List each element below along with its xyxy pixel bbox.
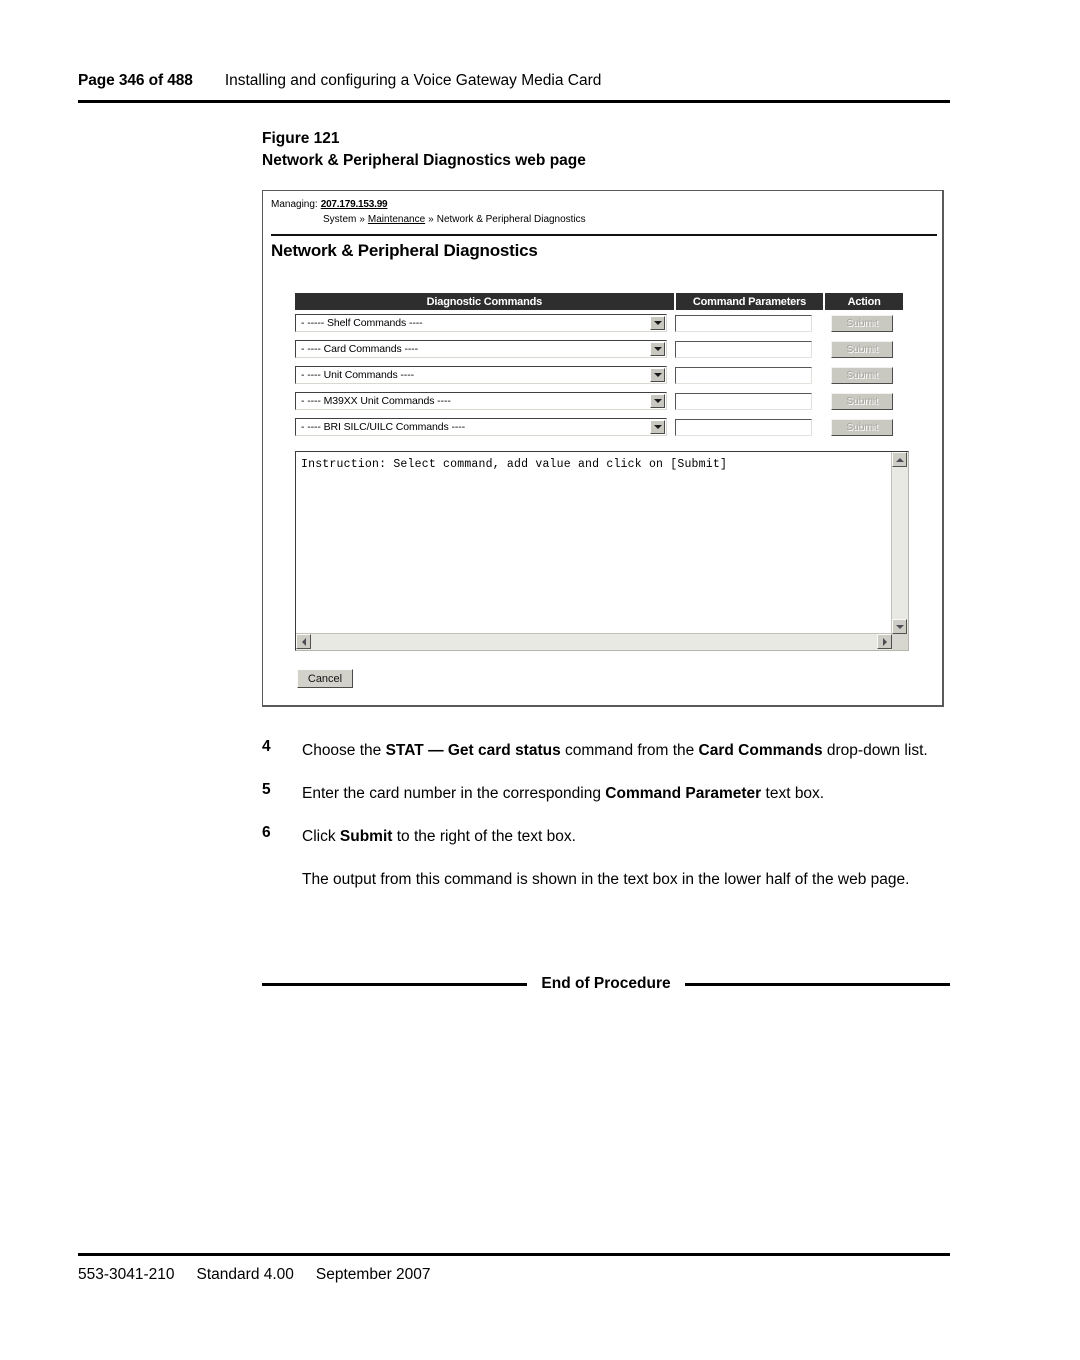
cell-action: Submit: [823, 418, 901, 436]
dropdown-selected-value: - ---- Unit Commands ----: [301, 369, 414, 381]
shelf-commands-dropdown[interactable]: - ----- Shelf Commands ----: [295, 314, 667, 332]
page-header: Page 346 of 488 Installing and configuri…: [78, 72, 950, 90]
step-text: Choose the STAT — Get card status comman…: [302, 742, 928, 759]
table-row: - ----- Shelf Commands ---- Submit: [295, 310, 903, 336]
chevron-down-icon[interactable]: [650, 394, 665, 408]
command-parameter-input[interactable]: [675, 340, 812, 358]
vertical-scrollbar[interactable]: [891, 452, 908, 634]
figure-screenshot: Managing: 207.179.153.99 System» Maintenan…: [262, 190, 944, 707]
table-row: - ---- Card Commands ---- Submit: [295, 336, 903, 362]
step-text: Click Submit to the right of the text bo…: [302, 828, 576, 845]
end-of-procedure-label: End of Procedure: [541, 975, 671, 992]
end-of-procedure: End of Procedure: [262, 975, 950, 993]
cell-action: Submit: [823, 366, 901, 384]
cell-command-parameter: [675, 392, 823, 410]
procedure-steps: 4 Choose the STAT — Get card status comm…: [262, 738, 952, 892]
column-header-action: Action: [847, 295, 881, 308]
step-text: Enter the card number in the correspondi…: [302, 785, 825, 802]
rule-right: [684, 982, 950, 986]
dropdown-selected-value: - ----- Shelf Commands ----: [301, 317, 423, 329]
scroll-right-icon[interactable]: [877, 634, 892, 649]
cell-action: Submit: [823, 314, 901, 332]
unit-commands-dropdown[interactable]: - ---- Unit Commands ----: [295, 366, 667, 384]
breadcrumb-separator-icon: »: [359, 214, 365, 225]
table-header-row: Diagnostic Commands Command Parameters A…: [295, 293, 903, 310]
cancel-button[interactable]: Cancel: [297, 669, 353, 688]
submit-button[interactable]: Submit: [831, 366, 893, 384]
figure-title: Network & Peripheral Diagnostics web pag…: [262, 152, 586, 169]
cell-command-parameter: [675, 314, 823, 332]
horizontal-scrollbar[interactable]: [296, 633, 892, 650]
breadcrumb: System» Maintenance» Network & Peripheral …: [323, 214, 586, 225]
cell-command-select: - ----- Shelf Commands ----: [295, 314, 675, 332]
page-title: Network & Peripheral Diagnostics: [271, 241, 538, 260]
command-parameter-input[interactable]: [675, 392, 812, 410]
scrollbar-corner: [892, 634, 908, 650]
submit-button[interactable]: Submit: [831, 340, 893, 358]
column-header-diagnostic-commands: Diagnostic Commands: [295, 293, 676, 310]
table-row: - ---- Unit Commands ---- Submit: [295, 362, 903, 388]
list-item: 6 Click Submit to the right of the text …: [262, 824, 952, 849]
cell-command-parameter: [675, 418, 823, 436]
chevron-down-icon[interactable]: [650, 316, 665, 330]
table-row: - ---- BRI SILC/UILC Commands ---- Submi…: [295, 414, 903, 440]
submit-button[interactable]: Submit: [831, 392, 893, 410]
command-parameter-input[interactable]: [675, 366, 812, 384]
step-number: 5: [262, 781, 271, 798]
breadcrumb-item-current: Network & Peripheral Diagnostics: [436, 214, 586, 225]
cell-command-select: - ---- Unit Commands ----: [295, 366, 675, 384]
step-note: The output from this command is shown in…: [302, 871, 910, 888]
running-head-title: Installing and configuring a Voice Gatew…: [224, 72, 602, 89]
cell-command-parameter: [675, 366, 823, 384]
managing-label: Managing:: [271, 199, 318, 210]
cell-command-select: - ---- Card Commands ----: [295, 340, 675, 358]
scroll-left-icon[interactable]: [296, 634, 311, 649]
step-number: 4: [262, 738, 271, 755]
breadcrumb-separator-icon: »: [428, 214, 434, 225]
command-output-textarea[interactable]: Instruction: Select command, add value a…: [295, 451, 909, 651]
column-header-command-parameters: Command Parameters: [676, 293, 826, 310]
chevron-down-icon[interactable]: [650, 420, 665, 434]
submit-button[interactable]: Submit: [831, 418, 893, 436]
managing-line: Managing: 207.179.153.99: [271, 199, 388, 210]
cell-action: Submit: [823, 340, 901, 358]
breadcrumb-item-system[interactable]: System: [323, 214, 356, 225]
submit-button[interactable]: Submit: [831, 314, 893, 332]
table-row: - ---- M39XX Unit Commands ---- Submit: [295, 388, 903, 414]
managing-ip-link[interactable]: 207.179.153.99: [321, 199, 388, 210]
cell-action: Submit: [823, 392, 901, 410]
command-output-text: Instruction: Select command, add value a…: [301, 458, 728, 471]
footer-doc-number: 553-3041-210: [78, 1266, 175, 1283]
dropdown-selected-value: - ---- M39XX Unit Commands ----: [301, 395, 451, 407]
list-item: 5 Enter the card number in the correspon…: [262, 781, 952, 806]
footer-divider: [78, 1253, 950, 1256]
rule-left: [262, 982, 528, 986]
chevron-down-icon[interactable]: [650, 368, 665, 382]
scroll-down-icon[interactable]: [892, 619, 907, 634]
cell-command-parameter: [675, 340, 823, 358]
command-parameter-input[interactable]: [675, 314, 812, 332]
card-commands-dropdown[interactable]: - ---- Card Commands ----: [295, 340, 667, 358]
dropdown-selected-value: - ---- BRI SILC/UILC Commands ----: [301, 421, 466, 433]
chevron-down-icon[interactable]: [650, 342, 665, 356]
m39xx-unit-commands-dropdown[interactable]: - ---- M39XX Unit Commands ----: [295, 392, 667, 410]
page-footer: 553-3041-210 Standard 4.00 September 200…: [78, 1266, 431, 1284]
step-number: 6: [262, 824, 271, 841]
page-number: Page 346 of 488: [78, 72, 193, 89]
scroll-up-icon[interactable]: [892, 452, 907, 467]
figure-number: Figure 121: [262, 130, 340, 147]
breadcrumb-item-maintenance[interactable]: Maintenance: [368, 214, 425, 225]
bri-silc-uilc-commands-dropdown[interactable]: - ---- BRI SILC/UILC Commands ----: [295, 418, 667, 436]
breadcrumb-divider: [271, 234, 937, 236]
list-item: 4 Choose the STAT — Get card status comm…: [262, 738, 952, 763]
figure-caption: Figure 121 Network & Peripheral Diagnost…: [262, 128, 586, 172]
footer-date: September 2007: [315, 1266, 431, 1283]
cell-command-select: - ---- BRI SILC/UILC Commands ----: [295, 418, 675, 436]
diagnostic-commands-table: Diagnostic Commands Command Parameters A…: [295, 293, 903, 440]
dropdown-selected-value: - ---- Card Commands ----: [301, 343, 419, 355]
command-parameter-input[interactable]: [675, 418, 812, 436]
header-divider: [78, 100, 950, 103]
footer-standard: Standard 4.00: [196, 1266, 294, 1283]
cell-command-select: - ---- M39XX Unit Commands ----: [295, 392, 675, 410]
